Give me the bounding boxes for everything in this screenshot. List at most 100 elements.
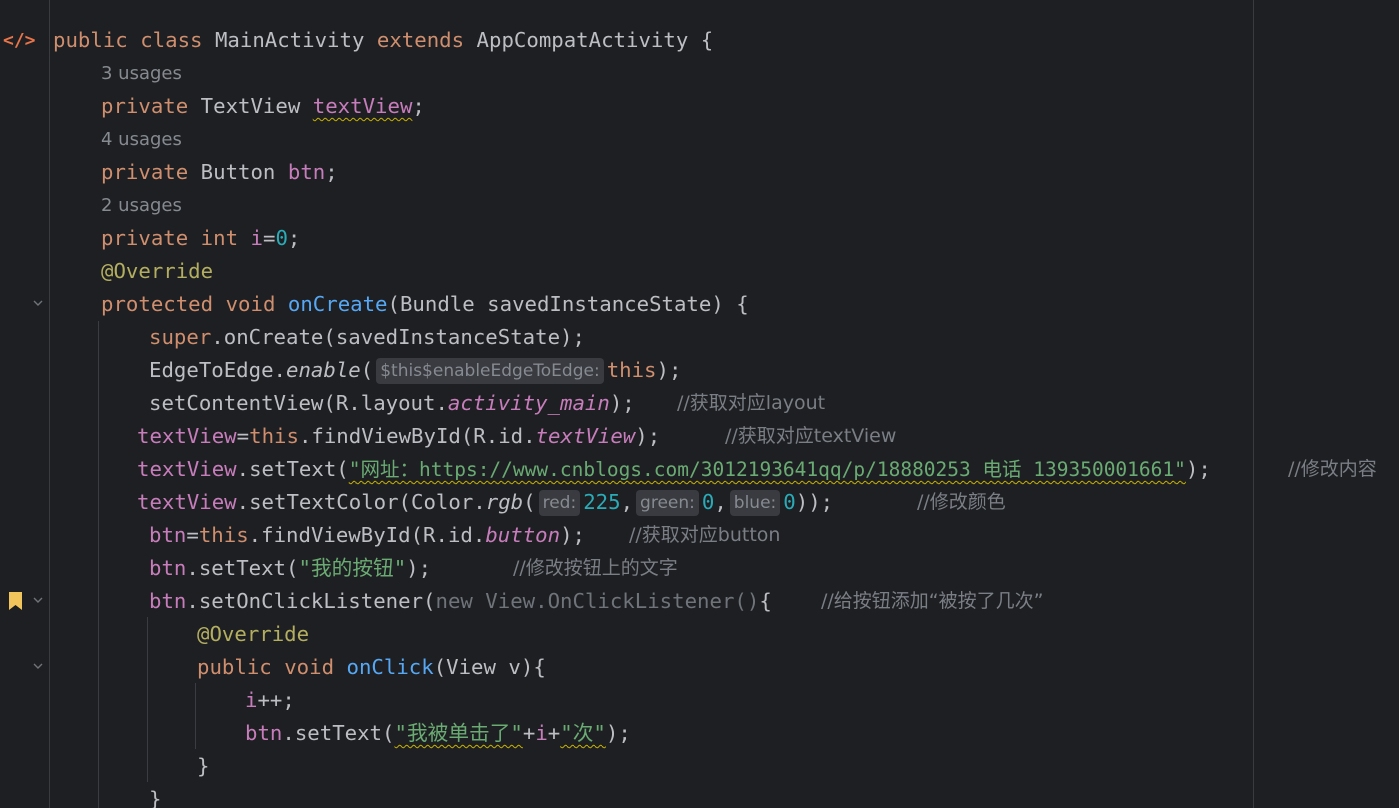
keyword: void (225, 292, 276, 316)
operator: + (547, 721, 561, 745)
keyword: private (101, 160, 189, 184)
code-line-annotation[interactable]: @Override (197, 618, 309, 651)
string-literal: "网址：https://www.cnblogs.com/3012193641qq… (348, 458, 1186, 481)
field-name: textView (137, 457, 237, 481)
semicolon: ; (287, 226, 301, 250)
base-class-name: AppCompatActivity (476, 28, 689, 52)
field-name: btn (149, 556, 187, 580)
brace: } (197, 754, 210, 778)
code-line-class-declaration[interactable]: public class MainActivity extends AppCom… (53, 24, 713, 57)
chevron-down-icon[interactable] (33, 298, 43, 308)
paren: ); (1185, 457, 1211, 481)
usages-hint[interactable]: 2 usages (101, 189, 182, 222)
number-literal: 225 (583, 490, 621, 514)
code-line-onclick-signature[interactable]: public void onClick(View v){ (197, 651, 546, 684)
code-line-annotation[interactable]: @Override (101, 255, 213, 288)
keyword: public (197, 655, 272, 679)
code-line-set-text-color[interactable]: textView.setTextColor(Color.rgb(red: 225,… (137, 486, 833, 519)
string-literal: "我被单击了" (394, 721, 523, 745)
code-line-btn-set-text-count[interactable]: btn.setText("我被单击了"+i+"次"); (245, 717, 631, 750)
number-literal: 0 (783, 490, 796, 514)
method-call: .onCreate(savedInstanceState); (211, 325, 585, 349)
operator: = (186, 523, 199, 547)
code-line-field-textview[interactable]: private TextView textView; (101, 90, 425, 123)
chevron-down-icon[interactable] (33, 661, 43, 671)
paren: ); (406, 556, 432, 580)
code-line-closing-brace[interactable]: } (149, 783, 161, 808)
brace: } (149, 787, 162, 808)
method-call: .setText( (236, 457, 349, 481)
annotation: @Override (101, 259, 214, 283)
parameter-hint: red: (538, 490, 581, 516)
code-line-set-on-click-listener[interactable]: btn.setOnClickListener(new View.OnClickL… (149, 585, 772, 618)
code-line-edge-to-edge[interactable]: EdgeToEdge.enable($this$enableEdgeToEdge… (149, 354, 681, 387)
field-name: btn (287, 160, 326, 184)
code-line-increment[interactable]: i++; (245, 684, 295, 717)
code-line-oncreate-signature[interactable]: protected void onCreate(Bundle savedInst… (101, 288, 749, 321)
number-literal: 0 (275, 226, 288, 250)
operator: + (522, 721, 536, 745)
comment: //修改内容 (1288, 458, 1377, 480)
operator: ++; (257, 688, 295, 712)
method-name: onClick (346, 655, 434, 679)
code-line-btn-set-text[interactable]: btn.setText("我的按钮"); (149, 552, 431, 585)
type-name: TextView (200, 94, 301, 118)
code-editor[interactable]: </> public class MainActivity extends Ap… (0, 0, 1399, 808)
gutter-separator (49, 0, 50, 808)
keyword: int (200, 226, 239, 250)
field-name: i (250, 226, 263, 250)
parameter-hint: green: (636, 490, 699, 516)
paren: )); (795, 490, 834, 514)
bookmark-icon[interactable] (9, 592, 22, 610)
keyword: class (140, 28, 203, 52)
field-name: btn (149, 523, 187, 547)
parameter-hint: blue: (729, 490, 781, 516)
keyword: this (198, 523, 249, 547)
code-line-find-textview[interactable]: textView=this.findViewById(R.id.textView… (137, 420, 660, 453)
method-call: setContentView(R.layout. (149, 391, 448, 415)
keyword: this (249, 424, 299, 448)
chevron-down-icon[interactable] (33, 595, 43, 605)
comma: , (714, 490, 727, 514)
comment: //修改颜色 (917, 491, 1006, 513)
code-line-set-content-view[interactable]: setContentView(R.layout.activity_main); (149, 387, 635, 420)
field-name: btn (149, 589, 187, 613)
indent-guide (98, 321, 99, 808)
parameters: (View v){ (433, 655, 546, 679)
usages-hint[interactable]: 3 usages (101, 57, 182, 90)
method-call: .setOnClickListener( (186, 589, 436, 613)
comment: //获取对应button (629, 524, 781, 546)
code-line-closing-brace[interactable]: } (197, 750, 209, 783)
class-reference: EdgeToEdge. (149, 358, 287, 382)
paren: ); (560, 523, 585, 547)
comment: //获取对应textView (725, 425, 897, 447)
method-call: .setText( (282, 721, 395, 745)
code-line-field-btn[interactable]: private Button btn; (101, 156, 338, 189)
code-file-icon[interactable]: </> (3, 24, 36, 57)
field-name: i (245, 688, 258, 712)
number-literal: 0 (701, 490, 715, 514)
code-line-super-oncreate[interactable]: super.onCreate(savedInstanceState); (149, 321, 585, 354)
resource-id: activity_main (447, 391, 610, 415)
comment: //获取对应layout (677, 392, 826, 414)
keyword: void (284, 655, 335, 679)
code-line-field-i[interactable]: private int i=0; (101, 222, 300, 255)
operator: = (236, 424, 250, 448)
keyword: private (101, 94, 189, 118)
keyword: private (101, 226, 189, 250)
comment: //给按钮添加“被按了几次” (821, 590, 1044, 612)
indent-guide (195, 683, 196, 749)
code-line-set-text[interactable]: textView.setText("网址：https://www.cnblogs… (137, 453, 1211, 486)
string-literal: "次" (560, 721, 606, 745)
brace: { (700, 28, 714, 52)
operator: = (262, 226, 276, 250)
indent-guide (147, 617, 148, 782)
method-call: .setTextColor(Color. (236, 490, 486, 514)
usages-hint[interactable]: 4 usages (101, 123, 182, 156)
comment: //修改按钮上的文字 (513, 557, 678, 579)
resource-id: button (485, 523, 561, 547)
string-literal: "我的按钮" (298, 556, 407, 580)
field-name: textView (137, 490, 237, 514)
code-line-find-button[interactable]: btn=this.findViewById(R.id.button); (149, 519, 585, 552)
comma: , (620, 490, 634, 514)
